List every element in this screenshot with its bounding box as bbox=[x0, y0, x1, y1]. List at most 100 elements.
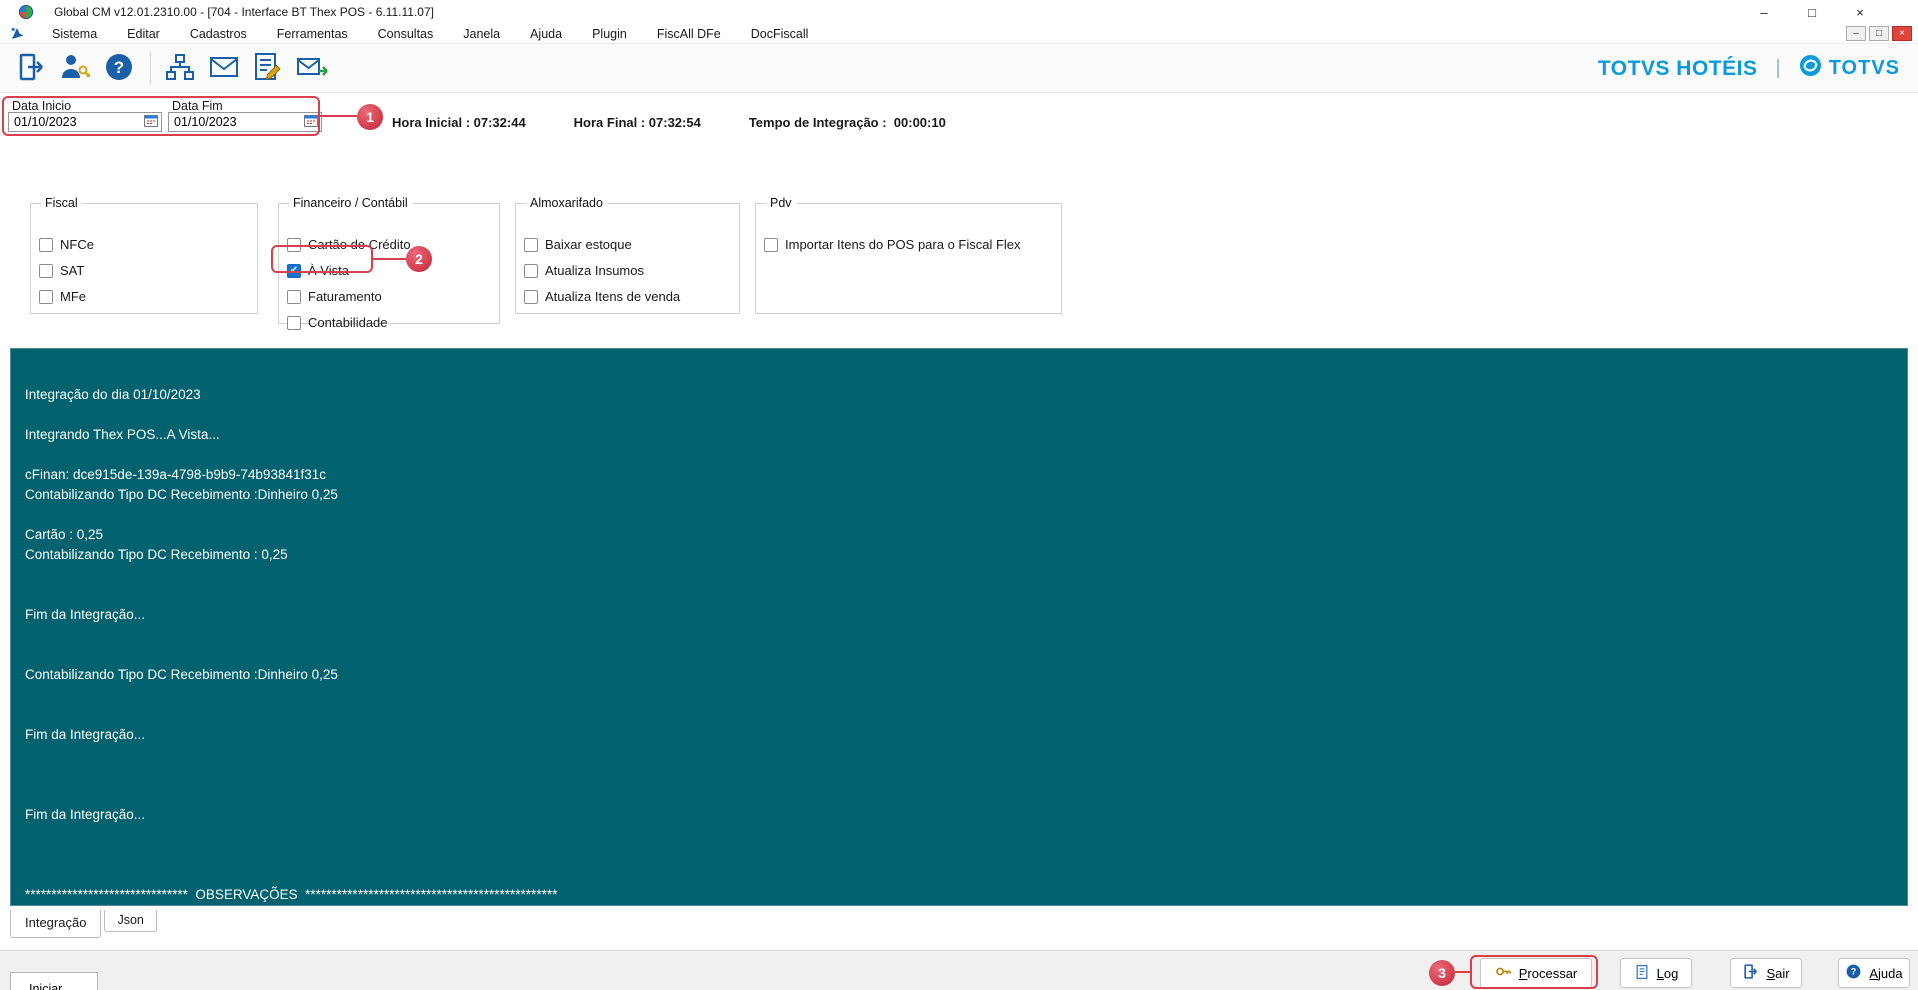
data-fim-calendar-button[interactable] bbox=[302, 114, 320, 130]
data-fim-label: Data Fim bbox=[172, 99, 223, 113]
mfe-checkbox[interactable]: ✔ bbox=[39, 289, 53, 304]
menu-item-docfiscall[interactable]: DocFiscall bbox=[736, 27, 824, 41]
menu-item-ajuda[interactable]: Ajuda bbox=[515, 27, 577, 41]
menu-item-plugin[interactable]: Plugin bbox=[577, 27, 642, 41]
taskbar-start-button[interactable]: Iniciar bbox=[10, 972, 98, 990]
checkbox-row-atualiza-insumos[interactable]: ✔ Atualiza Insumos bbox=[524, 262, 733, 279]
nfce-label: NFCe bbox=[60, 237, 94, 252]
checkbox-row-contabilidade[interactable]: ✔ Contabilidade bbox=[287, 314, 493, 331]
menu-item-ferramentas[interactable]: Ferramentas bbox=[262, 27, 363, 41]
checkbox-row-importar-itens-pos[interactable]: ✔ Importar Itens do POS para o Fiscal Fl… bbox=[764, 236, 1055, 253]
nfce-checkbox[interactable]: ✔ bbox=[39, 237, 53, 252]
check-icon: ✔ bbox=[289, 264, 299, 276]
group-financeiro-title: Financeiro / Contábil bbox=[293, 196, 408, 210]
window-close-button[interactable]: × bbox=[1836, 0, 1884, 24]
mfe-label: MFe bbox=[60, 289, 86, 304]
cartao-credito-label: Cartão de Crédito bbox=[308, 237, 411, 252]
sair-button[interactable]: Sair bbox=[1730, 958, 1802, 988]
menu-item-consultas[interactable]: Consultas bbox=[363, 27, 449, 41]
integration-times: Hora Inicial : 07:32:44 Hora Final : 07:… bbox=[392, 115, 946, 130]
group-almoxarifado: Almoxarifado ✔ Baixar estoque ✔ Atualiza… bbox=[515, 196, 740, 314]
importar-itens-pos-checkbox[interactable]: ✔ bbox=[764, 237, 778, 252]
faturamento-label: Faturamento bbox=[308, 289, 382, 304]
checkbox-row-baixar-estoque[interactable]: ✔ Baixar estoque bbox=[524, 236, 733, 253]
checkbox-row-sat[interactable]: ✔ SAT bbox=[39, 262, 251, 279]
help-button[interactable]: ? bbox=[98, 47, 140, 89]
atualiza-insumos-checkbox[interactable]: ✔ bbox=[524, 263, 538, 278]
faturamento-checkbox[interactable]: ✔ bbox=[287, 289, 301, 304]
tab-integracao[interactable]: Integração bbox=[10, 910, 102, 938]
brand-divider: | bbox=[1775, 57, 1781, 79]
cartao-credito-checkbox[interactable]: ✔ bbox=[287, 237, 301, 252]
integration-log[interactable]: Integração do dia 01/10/2023 Integrando … bbox=[10, 348, 1908, 906]
data-inicio-calendar-button[interactable] bbox=[142, 114, 160, 130]
tempo-integracao-text: Tempo de Integração : 00:00:10 bbox=[748, 115, 946, 130]
users-button[interactable] bbox=[54, 47, 96, 89]
toolbar: ? TOTVS HOTÉIS | TOTVS bbox=[0, 44, 1918, 93]
importar-itens-pos-label: Importar Itens do POS para o Fiscal Flex bbox=[785, 237, 1021, 252]
menu-item-editar[interactable]: Editar bbox=[112, 27, 175, 41]
tab-json[interactable]: Json bbox=[104, 910, 157, 932]
a-vista-checkbox[interactable]: ✔ bbox=[287, 263, 301, 278]
processar-button[interactable]: Processar bbox=[1480, 958, 1592, 988]
sat-checkbox[interactable]: ✔ bbox=[39, 263, 53, 278]
mdi-window-controls: – □ × bbox=[1846, 26, 1912, 41]
window-minimize-button[interactable]: – bbox=[1740, 0, 1788, 24]
hora-final-text: Hora Final : 07:32:54 bbox=[573, 115, 701, 130]
help-icon: ? bbox=[1845, 963, 1862, 983]
checkbox-row-a-vista[interactable]: ✔ À Vista bbox=[287, 262, 493, 279]
calendar-icon bbox=[144, 114, 158, 130]
baixar-estoque-label: Baixar estoque bbox=[545, 237, 632, 252]
menu-item-cadastros[interactable]: Cadastros bbox=[175, 27, 262, 41]
menu-item-fiscall-dfe[interactable]: FiscAll DFe bbox=[642, 27, 736, 41]
mdi-close-button[interactable]: × bbox=[1892, 26, 1912, 41]
group-pdv-title: Pdv bbox=[770, 196, 792, 210]
sitemap-icon bbox=[164, 51, 196, 86]
mdi-restore-button[interactable]: □ bbox=[1869, 26, 1889, 41]
user-key-icon bbox=[59, 51, 91, 86]
sat-label: SAT bbox=[60, 263, 85, 278]
ajuda-button[interactable]: ? Ajuda bbox=[1838, 958, 1910, 988]
log-label: Log bbox=[1656, 965, 1679, 981]
data-inicio-input[interactable] bbox=[8, 112, 162, 132]
brand-area: TOTVS HOTÉIS | TOTVS bbox=[1598, 44, 1900, 93]
menu-item-janela[interactable]: Janela bbox=[448, 27, 515, 41]
form-edit-icon bbox=[252, 51, 284, 86]
annotation-badge-1: 1 bbox=[357, 104, 383, 130]
footer-bar: Processar Log Sair ? Ajuda bbox=[0, 950, 1918, 990]
totvs-hoteis-logo: TOTVS HOTÉIS bbox=[1597, 56, 1758, 80]
mail-icon bbox=[208, 51, 240, 86]
app-globe-icon bbox=[18, 4, 34, 20]
mail-button[interactable] bbox=[203, 47, 245, 89]
checkbox-row-cartao-credito[interactable]: ✔ Cartão de Crédito bbox=[287, 236, 493, 253]
form-edit-button[interactable] bbox=[247, 47, 289, 89]
mdi-minimize-button[interactable]: – bbox=[1846, 26, 1866, 41]
data-fim-field bbox=[168, 112, 322, 132]
log-page-icon bbox=[1634, 964, 1650, 983]
checkbox-row-mfe[interactable]: ✔ MFe bbox=[39, 288, 251, 305]
window-controls: – □ × bbox=[1740, 0, 1884, 24]
atualiza-itens-venda-checkbox[interactable]: ✔ bbox=[524, 289, 538, 304]
group-fiscal: Fiscal ✔ NFCe ✔ SAT ✔ MFe bbox=[30, 196, 258, 314]
baixar-estoque-checkbox[interactable]: ✔ bbox=[524, 237, 538, 252]
window-title: Global CM v12.01.2310.00 - [704 - Interf… bbox=[54, 5, 434, 19]
exit-button[interactable] bbox=[10, 47, 52, 89]
ajuda-label: Ajuda bbox=[1869, 965, 1903, 981]
atualiza-itens-venda-label: Atualiza Itens de venda bbox=[545, 289, 681, 304]
menubar: Sistema Editar Cadastros Ferramentas Con… bbox=[0, 24, 1918, 44]
contabilidade-label: Contabilidade bbox=[308, 315, 388, 330]
window-maximize-button[interactable]: □ bbox=[1788, 0, 1836, 24]
checkbox-row-atualiza-itens-venda[interactable]: ✔ Atualiza Itens de venda bbox=[524, 288, 733, 305]
contabilidade-checkbox[interactable]: ✔ bbox=[287, 315, 301, 330]
log-button[interactable]: Log bbox=[1620, 958, 1692, 988]
checkbox-row-nfce[interactable]: ✔ NFCe bbox=[39, 236, 251, 253]
sitemap-button[interactable] bbox=[159, 47, 201, 89]
menu-item-sistema[interactable]: Sistema bbox=[37, 27, 112, 41]
titlebar: Global CM v12.01.2310.00 - [704 - Interf… bbox=[0, 0, 1918, 24]
checkbox-row-faturamento[interactable]: ✔ Faturamento bbox=[287, 288, 493, 305]
totvs-circle-icon bbox=[1799, 54, 1822, 83]
send-mail-button[interactable] bbox=[291, 47, 333, 89]
svg-text:?: ? bbox=[114, 58, 124, 77]
data-fim-input[interactable] bbox=[168, 112, 322, 132]
sair-label: Sair bbox=[1766, 965, 1790, 981]
